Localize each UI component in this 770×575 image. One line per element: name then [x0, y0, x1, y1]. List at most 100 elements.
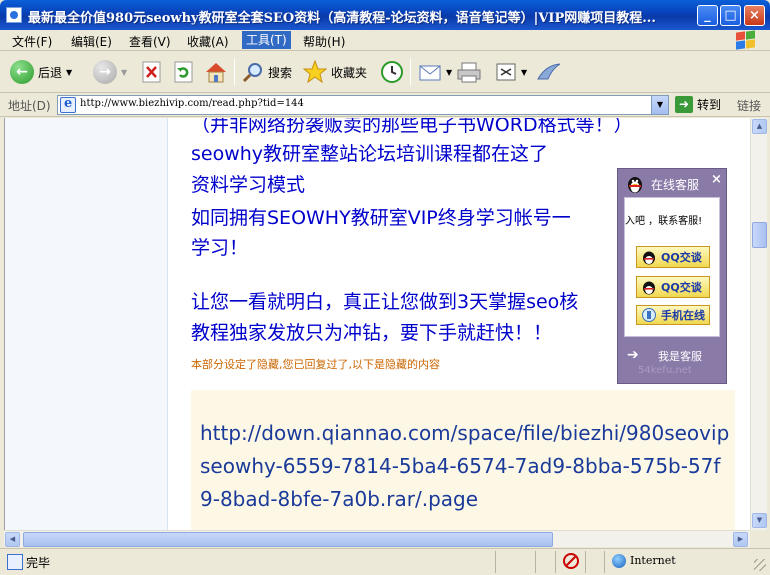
scroll-down-button[interactable]: ▼ — [752, 513, 767, 528]
search-icon — [242, 63, 262, 83]
status-pane — [585, 551, 586, 573]
stop-button[interactable] — [142, 59, 162, 85]
page-viewport: （并非网络扮袭贩卖的那些电子书WORD格式等！） seowhy教研室整站论坛培训… — [4, 118, 750, 530]
status-bar: 完毕 Internet — [0, 548, 770, 575]
forward-arrow-icon: → — [93, 60, 117, 84]
close-button[interactable]: × — [744, 5, 765, 26]
forward-button[interactable]: → ▼ — [93, 59, 127, 85]
qq-penguin-icon — [628, 177, 642, 193]
back-arrow-icon: ← — [10, 60, 34, 84]
home-icon — [206, 63, 226, 83]
page-done-icon — [7, 554, 23, 570]
content-line: 教程独家发放只为冲钻，要下手就赶快！！ — [191, 322, 553, 344]
edit-button[interactable]: ▼ — [495, 59, 527, 85]
mobile-icon — [642, 308, 656, 322]
menu-help[interactable]: 帮助(H) — [303, 33, 345, 50]
chat-footer-label: 我是客服 — [658, 350, 702, 363]
mail-button[interactable]: ▼ — [418, 59, 452, 85]
chat-footer[interactable]: ➔ 我是客服 54kefu.net — [618, 341, 726, 381]
content-line: seowhy教研室整站论坛培训课程都在这了 — [191, 143, 549, 165]
messenger-icon — [537, 63, 561, 80]
status-text: 完毕 — [26, 556, 51, 570]
chat-header: 在线客服 × — [618, 169, 726, 197]
chat-body: 入吧 ，联系客服! QQ交谈 QQ交谈 手机在线 — [624, 197, 720, 337]
content-line: （并非网络扮袭贩卖的那些电子书WORD格式等！） — [191, 118, 633, 136]
stop-icon — [142, 61, 161, 83]
search-button[interactable]: 搜索 — [242, 59, 292, 85]
maximize-button[interactable]: □ — [720, 5, 741, 26]
page-icon — [60, 96, 76, 113]
hidden-content-note: 本部分设定了隐藏,您已回复过了,以下是隐藏的内容 — [191, 358, 440, 371]
qq-penguin-icon — [643, 251, 655, 265]
content-line: 学习！ — [191, 237, 249, 259]
security-zone-label: Internet — [630, 554, 676, 567]
history-icon — [381, 61, 403, 83]
qq-chat-button-2[interactable]: QQ交谈 — [636, 276, 710, 298]
status-pane — [604, 551, 605, 573]
minimize-button[interactable]: _ — [697, 5, 718, 26]
content-line: 如同拥有SEOWHY教研室VIP终身学习帐号一 — [191, 207, 571, 229]
mail-dropdown-icon[interactable]: ▼ — [446, 68, 452, 77]
content-line: 让您一看就明白，真正让您做到3天掌握seo核 — [191, 291, 579, 313]
download-link[interactable]: http://down.qiannao.com/space/file/biezh… — [200, 417, 730, 516]
back-button[interactable]: ← 后退 ▼ — [10, 59, 72, 85]
vertical-scroll-thumb[interactable] — [752, 222, 767, 248]
qq-penguin-icon — [643, 281, 655, 295]
links-button[interactable]: 链接 — [737, 97, 761, 114]
address-input[interactable]: http://www.biezhivip.com/read.php?tid=14… — [57, 95, 669, 115]
status-pane — [495, 551, 496, 573]
chat-watermark: 54kefu.net — [638, 365, 692, 376]
go-arrow-icon: ➜ — [675, 96, 693, 113]
hidden-content-box: http://down.qiannao.com/space/file/biezh… — [191, 390, 735, 530]
horizontal-scrollbar[interactable]: ◀ ▶ — [4, 530, 750, 547]
address-url[interactable]: http://www.biezhivip.com/read.php?tid=14… — [80, 98, 304, 109]
menu-edit[interactable]: 编辑(E) — [71, 33, 112, 50]
qq-chat-button-1[interactable]: QQ交谈 — [636, 246, 710, 268]
toolbar: ← 后退 ▼ → ▼ 搜索 收藏夹 ▼ ▼ — [0, 51, 770, 93]
edit-dropdown-icon[interactable]: ▼ — [521, 68, 527, 77]
menu-tools[interactable]: 工具(T) — [242, 31, 291, 49]
chat-title: 在线客服 — [651, 178, 700, 192]
scroll-left-button[interactable]: ◀ — [5, 532, 20, 547]
ie-app-icon[interactable] — [6, 7, 22, 23]
left-sidebar — [5, 118, 168, 530]
vertical-scrollbar[interactable]: ▲ ▼ — [750, 118, 767, 530]
toolbar-separator — [234, 59, 235, 85]
title-bar: 最新最全价值980元seowhy教研室全套SEO资料（高清教程-论坛资料，语音笔… — [0, 0, 770, 30]
back-dropdown-icon[interactable]: ▼ — [66, 68, 72, 77]
menu-view[interactable]: 查看(V) — [129, 33, 171, 50]
address-dropdown-icon[interactable]: ▼ — [651, 96, 668, 114]
home-button[interactable] — [204, 59, 228, 85]
printer-icon — [457, 62, 481, 83]
horizontal-scroll-thumb[interactable] — [23, 532, 553, 547]
resize-grip[interactable] — [754, 559, 766, 571]
status-pane — [535, 551, 536, 573]
content-line: 资料学习模式 — [191, 174, 306, 196]
status-pane — [555, 551, 556, 573]
address-bar: 地址(D) http://www.biezhivip.com/read.php?… — [0, 93, 770, 117]
scroll-up-button[interactable]: ▲ — [752, 119, 767, 134]
go-button[interactable]: ➜ 转到 — [675, 96, 721, 113]
print-button[interactable] — [456, 59, 482, 85]
history-button[interactable] — [380, 59, 404, 85]
scroll-right-button[interactable]: ▶ — [733, 532, 748, 547]
toolbar-separator — [410, 59, 411, 85]
mail-icon — [419, 65, 441, 81]
chat-close-icon[interactable]: × — [711, 172, 722, 187]
edit-page-icon — [496, 63, 516, 81]
forward-dropdown-icon[interactable]: ▼ — [121, 68, 127, 77]
menu-bar: 文件(F) 编辑(E) 查看(V) 收藏(A) 工具(T) 帮助(H) — [0, 30, 770, 51]
scrollbar-corner — [750, 530, 767, 547]
internet-zone-icon — [612, 554, 626, 568]
mobile-online-button[interactable]: 手机在线 — [636, 305, 710, 325]
refresh-button[interactable] — [174, 59, 194, 85]
menu-file[interactable]: 文件(F) — [12, 33, 52, 50]
windows-logo-icon — [734, 30, 756, 50]
popup-blocked-icon[interactable] — [563, 553, 579, 569]
menu-favorites[interactable]: 收藏(A) — [187, 33, 229, 50]
online-service-widget: 在线客服 × 入吧 ，联系客服! QQ交谈 QQ交谈 手机在线 ➔ 我是客服 5… — [617, 168, 727, 384]
refresh-icon — [174, 61, 193, 83]
favorites-button[interactable]: 收藏夹 — [303, 59, 367, 85]
address-label: 地址(D) — [8, 99, 51, 113]
messenger-button[interactable] — [536, 59, 562, 85]
